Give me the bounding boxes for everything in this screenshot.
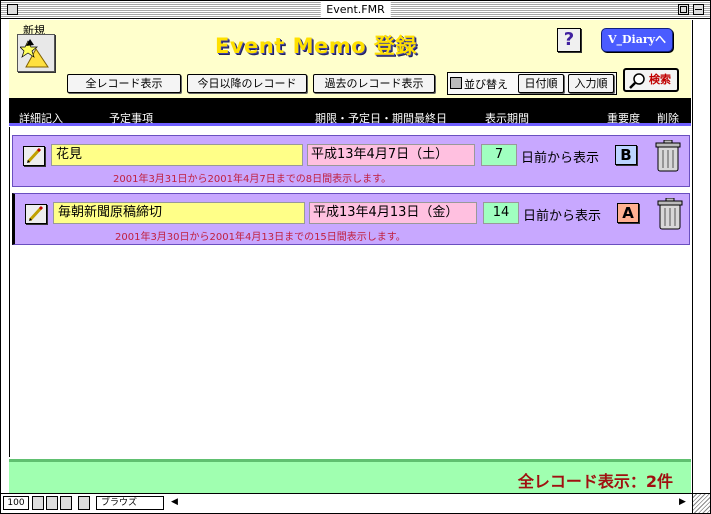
help-button[interactable]: ? bbox=[557, 28, 581, 52]
days-label: 日前から表示 bbox=[521, 151, 600, 166]
zoom-level[interactable]: 100 bbox=[3, 496, 29, 510]
resize-handle[interactable] bbox=[692, 494, 710, 513]
title-bar[interactable]: Event.FMR bbox=[1, 1, 710, 19]
footer-panel: 全レコード表示：2件 bbox=[9, 459, 691, 493]
sort-group: 並び替え 日付順 入力順 bbox=[447, 72, 617, 95]
records-list: 花見 平成13年4月7日（土） 7 日前から表示 B 2001年3月31日から2… bbox=[9, 127, 691, 457]
edit-detail-button[interactable] bbox=[25, 204, 47, 224]
scroll-left-icon[interactable]: ◀ bbox=[171, 497, 178, 507]
text-style-icon[interactable] bbox=[78, 496, 90, 510]
sort-label: 並び替え bbox=[464, 78, 508, 91]
window-title: Event.FMR bbox=[320, 2, 391, 17]
event-date-field[interactable]: 平成13年4月13日（金） bbox=[309, 202, 477, 224]
trash-icon[interactable] bbox=[657, 197, 683, 234]
mode-selector[interactable]: ブラウズ bbox=[96, 496, 164, 510]
status-bar: 100 ブラウズ ◀ ▶ bbox=[1, 493, 710, 513]
priority-button[interactable]: A bbox=[617, 203, 639, 223]
vertical-scrollbar[interactable] bbox=[692, 20, 710, 493]
record-note: 2001年3月31日から2001年4月7日までの8日間表示します。 bbox=[113, 174, 392, 185]
v-diary-button[interactable]: V_Diaryへ bbox=[601, 28, 673, 52]
display-days-field[interactable]: 7 bbox=[481, 144, 517, 166]
record-count-status: 全レコード表示：2件 bbox=[517, 472, 673, 491]
new-record-button[interactable] bbox=[17, 34, 55, 72]
record-row[interactable]: 花見 平成13年4月7日（土） 7 日前から表示 B 2001年3月31日から2… bbox=[12, 135, 690, 187]
days-label: 日前から表示 bbox=[523, 209, 602, 224]
column-header: 詳細記入 予定事項 期限・予定日・期間最終日 表示期間 重要度 削除 bbox=[9, 98, 691, 126]
col-delete: 削除 bbox=[657, 112, 679, 125]
today-onward-records-button[interactable]: 今日以降のレコード bbox=[187, 74, 307, 93]
past-records-button[interactable]: 過去のレコード表示 bbox=[313, 74, 435, 93]
search-button[interactable]: 検索 bbox=[623, 68, 679, 92]
app-window: Event.FMR 新規 Event Memo 登録 ? V_Diaryへ 全レ… bbox=[0, 0, 711, 514]
col-detail: 詳細記入 bbox=[19, 112, 63, 125]
event-title-field[interactable]: 花見 bbox=[51, 144, 303, 166]
collapse-box[interactable] bbox=[693, 4, 704, 15]
sort-by-input-button[interactable]: 入力順 bbox=[568, 74, 614, 93]
zoom-in-icon[interactable] bbox=[46, 496, 58, 510]
scroll-right-icon[interactable]: ▶ bbox=[679, 497, 686, 507]
show-all-records-button[interactable]: 全レコード表示 bbox=[67, 74, 181, 93]
col-event: 予定事項 bbox=[109, 112, 153, 125]
search-label: 検索 bbox=[649, 73, 671, 86]
priority-button[interactable]: B bbox=[615, 145, 637, 165]
col-priority: 重要度 bbox=[607, 112, 640, 125]
app-title: Event Memo 登録 bbox=[215, 34, 417, 58]
zoom-out-icon[interactable] bbox=[32, 496, 44, 510]
sort-icon bbox=[450, 77, 462, 89]
event-title-field[interactable]: 毎朝新聞原稿締切 bbox=[53, 202, 305, 224]
sort-by-date-button[interactable]: 日付順 bbox=[518, 74, 564, 93]
pencil-icon bbox=[26, 147, 42, 164]
record-note: 2001年3月30日から2001年4月13日までの15日間表示します。 bbox=[115, 232, 406, 243]
status-area-icon[interactable] bbox=[60, 496, 72, 510]
zoom-box[interactable] bbox=[678, 4, 689, 15]
edit-detail-button[interactable] bbox=[23, 146, 45, 166]
close-box[interactable] bbox=[7, 4, 18, 15]
display-days-field[interactable]: 14 bbox=[483, 202, 519, 224]
magnifier-icon bbox=[629, 73, 645, 89]
new-record-icon bbox=[20, 39, 49, 68]
record-row[interactable]: 毎朝新聞原稿締切 平成13年4月13日（金） 14 日前から表示 A 2001年… bbox=[12, 193, 690, 245]
header-panel: 新規 Event Memo 登録 ? V_Diaryへ 全レコード表示 今日以降… bbox=[9, 20, 691, 98]
col-period: 表示期間 bbox=[485, 112, 529, 125]
pencil-icon bbox=[28, 205, 44, 222]
event-date-field[interactable]: 平成13年4月7日（土） bbox=[307, 144, 475, 166]
col-deadline: 期限・予定日・期間最終日 bbox=[315, 112, 447, 125]
trash-icon[interactable] bbox=[655, 139, 681, 176]
